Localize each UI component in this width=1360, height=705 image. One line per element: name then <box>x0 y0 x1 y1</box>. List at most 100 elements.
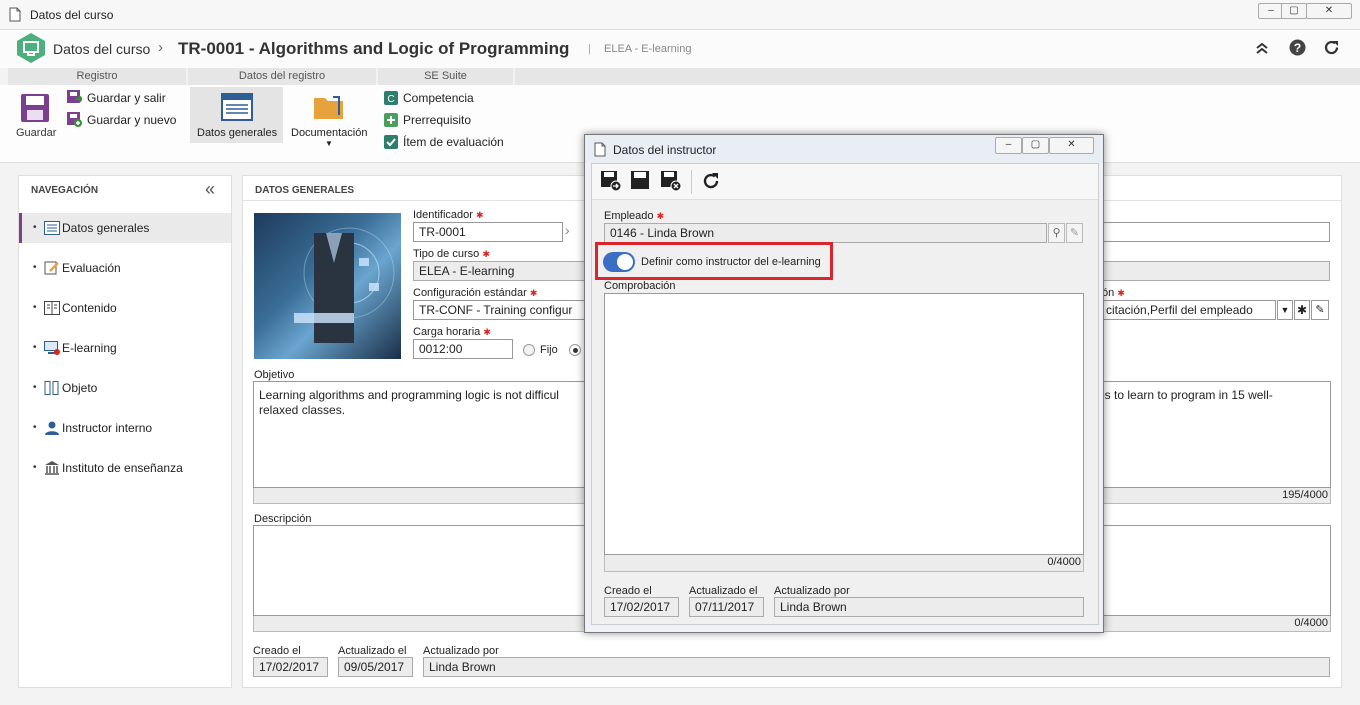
required-icon: ✱ <box>656 211 665 221</box>
competence-button[interactable]: C Competencia <box>383 89 508 107</box>
refresh-icon[interactable] <box>1323 39 1340 56</box>
window-title: Datos del curso <box>30 8 114 22</box>
folder-clip-icon <box>314 96 343 119</box>
objective-label: Objetivo <box>254 369 295 381</box>
toolbar-group-filler <box>515 68 1360 85</box>
employee-clear-icon[interactable]: ✎ <box>1066 223 1083 243</box>
dialog-maximize-button[interactable]: ▢ <box>1022 137 1049 154</box>
toolbar-group-datos-registro: Datos del registro <box>188 68 376 85</box>
nav-item-e-learning[interactable]: • E-learning <box>20 333 230 363</box>
general-data-button[interactable]: Datos generales <box>190 87 283 143</box>
nav-item-instituto[interactable]: • Instituto de enseñanza <box>20 453 230 483</box>
employee-label: Empleado ✱ <box>604 210 665 222</box>
profile-asterisk-icon[interactable]: ✱ <box>1294 300 1310 320</box>
course-image <box>254 213 401 359</box>
evaluation-icon <box>44 261 59 275</box>
dialog-minimize-button[interactable]: – <box>995 137 1022 154</box>
toggle-knob <box>617 254 633 270</box>
competence-icon: C <box>384 91 398 105</box>
save-new-button[interactable]: Guardar y nuevo <box>66 111 181 129</box>
variable-radio[interactable] <box>569 344 581 356</box>
document-icon <box>9 7 21 22</box>
profile-dropdown-icon[interactable]: ▼ <box>1277 300 1293 320</box>
object-icon <box>44 381 59 395</box>
nav-collapse-icon[interactable]: « <box>205 179 215 200</box>
course-logo-icon <box>17 33 45 63</box>
description-label: Descripción <box>254 513 312 525</box>
institute-building-icon <box>45 461 59 475</box>
profile-clear-icon[interactable]: ✎ <box>1311 300 1329 320</box>
dialog-title: Datos del instructor <box>613 143 717 157</box>
help-icon[interactable]: ? <box>1289 39 1306 56</box>
prerequisite-button[interactable]: Prerrequisito <box>383 111 508 129</box>
dialog-updated-field: 07/11/2017 <box>689 597 764 617</box>
nav-item-instructor-interno[interactable]: • Instructor interno <box>20 413 230 443</box>
breadcrumb-separator: › <box>158 39 163 56</box>
type-extra-field <box>1100 261 1330 281</box>
instructor-icon <box>45 421 59 435</box>
dialog-toolbar <box>592 164 1098 200</box>
updated-field: 09/05/2017 <box>338 657 413 677</box>
id-field[interactable]: TR-0001 <box>413 222 563 242</box>
check-counter: 0/4000 <box>604 555 1084 572</box>
nav-title: NAVEGACIÓN <box>31 185 99 196</box>
check-textarea[interactable] <box>604 293 1084 555</box>
e-learning-icon <box>44 341 60 355</box>
fixed-radio-label: Fijo <box>540 344 558 356</box>
profile-field[interactable]: citación,Perfil del empleado <box>1100 300 1276 320</box>
dialog-close-button[interactable]: ✕ <box>1049 137 1094 154</box>
required-icon: ✱ <box>482 249 490 259</box>
svg-text:?: ? <box>1294 41 1301 55</box>
header-divider: | <box>588 43 591 55</box>
employee-search-icon[interactable]: ⚲ <box>1048 223 1065 243</box>
type-label: Tipo de curso ✱ <box>413 248 490 260</box>
close-button[interactable]: ✕ <box>1306 3 1352 19</box>
instructor-toggle[interactable] <box>603 252 635 272</box>
check-label: Comprobación <box>604 280 676 292</box>
hours-field[interactable]: 0012:00 <box>413 339 513 359</box>
save-exit-button[interactable]: Guardar y salir <box>66 89 176 107</box>
config-label: Configuración estándar ✱ <box>413 287 538 299</box>
nav-item-contenido[interactable]: • Contenido <box>20 293 230 323</box>
created-field: 17/02/2017 <box>253 657 328 677</box>
evaluation-item-icon <box>384 135 398 149</box>
toolbar-group-se-suite: SE Suite <box>378 68 513 85</box>
course-type-field[interactable]: ELEA - E-learning <box>413 261 588 281</box>
save-close-icon[interactable] <box>660 170 682 192</box>
maximize-button[interactable]: ▢ <box>1281 3 1307 19</box>
save-button[interactable]: Guardar <box>10 90 62 145</box>
toolbar-group-registro: Registro <box>8 68 186 85</box>
employee-field[interactable]: 0146 - Linda Brown <box>604 223 1047 243</box>
nav-item-objeto[interactable]: • Objeto <box>20 373 230 403</box>
dropdown-arrow-icon: ▼ <box>325 139 333 148</box>
documentation-button[interactable]: Documentación ▼ <box>288 87 370 153</box>
content-book-icon <box>44 301 60 315</box>
nav-item-datos-generales[interactable]: • Datos generales <box>20 213 230 243</box>
refresh-icon[interactable] <box>700 170 722 192</box>
updated-by-field: Linda Brown <box>423 657 1330 677</box>
nav-item-evaluacion[interactable]: • Evaluación <box>20 253 230 283</box>
config-field[interactable]: TR-CONF - Training configur <box>413 300 588 320</box>
breadcrumb-module[interactable]: Datos del curso <box>53 41 150 57</box>
evaluation-item-button[interactable]: Ítem de evaluación <box>383 133 511 151</box>
id-next-icon[interactable]: › <box>565 222 579 242</box>
profile-label: ón ✱ <box>1102 287 1125 299</box>
window-titlebar: Datos del curso – ▢ ✕ <box>0 0 1360 30</box>
dialog-created-label: Creado el <box>604 585 652 597</box>
toggle-label: Definir como instructor del e-learning <box>641 256 821 268</box>
dialog-updated-by-field: Linda Brown <box>774 597 1084 617</box>
save-icon <box>21 94 49 122</box>
save-icon[interactable] <box>630 170 652 192</box>
dialog-updated-label: Actualizado el <box>689 585 758 597</box>
fixed-radio[interactable] <box>523 344 535 356</box>
instructor-dialog: Datos del instructor – ▢ ✕ Empleado ✱ 01… <box>584 134 1104 633</box>
dialog-created-field: 17/02/2017 <box>604 597 679 617</box>
section-title: DATOS GENERALES <box>255 185 355 196</box>
save-new-icon <box>67 112 82 127</box>
save-exit-icon[interactable] <box>600 170 622 192</box>
name-field[interactable] <box>1100 222 1330 242</box>
general-data-icon <box>44 221 60 235</box>
prerequisite-icon <box>384 113 398 127</box>
collapse-up-icon[interactable] <box>1255 41 1269 55</box>
id-label: Identificador ✱ <box>413 209 484 221</box>
